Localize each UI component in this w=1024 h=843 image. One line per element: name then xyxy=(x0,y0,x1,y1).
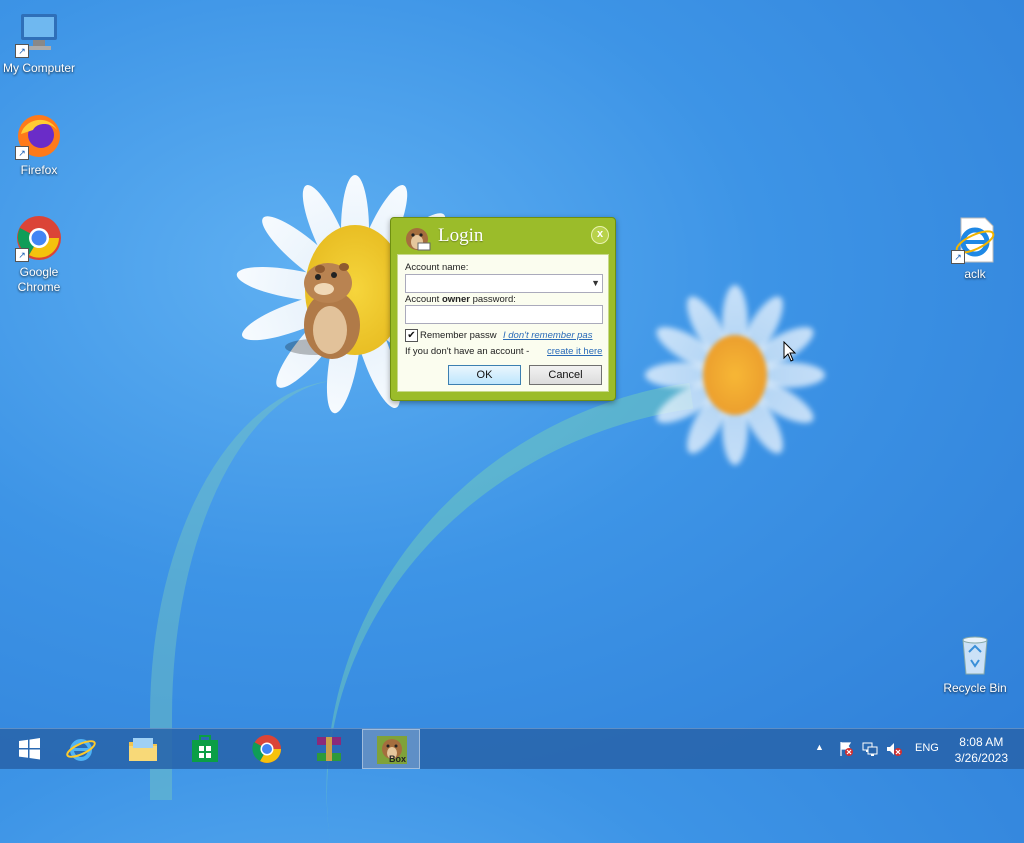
desktop-icon-label: aclk xyxy=(964,267,986,281)
account-name-label: Account name: xyxy=(405,262,469,273)
volume-muted-icon[interactable] xyxy=(886,741,902,757)
shortcut-arrow-icon: ↗ xyxy=(15,248,29,262)
start-button[interactable] xyxy=(0,729,58,769)
desktop-icon-label: Google Chrome xyxy=(17,265,61,294)
login-dialog: Login x Account name: ▼ Account owner pa… xyxy=(390,217,616,401)
hamster-mascot xyxy=(285,263,360,359)
owner-password-label: Account owner password: xyxy=(405,294,516,305)
recycle-bin-icon xyxy=(951,630,999,678)
action-center-flag-icon[interactable] xyxy=(838,741,854,757)
owner-password-label-prefix: Account xyxy=(405,294,442,305)
owner-password-label-suffix: password: xyxy=(469,294,516,305)
clock[interactable]: 8:08 AM 3/26/2023 xyxy=(955,734,1008,766)
desktop-icon-firefox[interactable]: ↗ Firefox xyxy=(0,112,79,178)
no-account-text: If you don't have an account - xyxy=(405,346,530,357)
clock-time: 8:08 AM xyxy=(959,735,1004,749)
shortcut-arrow-icon: ↗ xyxy=(951,250,965,264)
network-icon[interactable] xyxy=(862,741,878,757)
create-account-link[interactable]: create it here xyxy=(547,346,603,357)
owner-password-field[interactable] xyxy=(405,305,603,324)
desktop-icon-label: My Computer xyxy=(2,61,76,75)
dialog-title: Login xyxy=(438,225,484,246)
computer-icon: ↗ xyxy=(15,10,63,58)
desktop-icon-my-computer[interactable]: ↗ My Computer xyxy=(0,10,79,76)
login-form: Account name: ▼ Account owner password: … xyxy=(397,254,609,392)
store-icon xyxy=(192,735,218,762)
desktop-icon-google-chrome[interactable]: ↗ Google Chrome xyxy=(0,214,79,295)
desktop-icon-label: Recycle Bin xyxy=(943,681,1007,695)
winrar-icon xyxy=(317,737,341,761)
shortcut-arrow-icon: ↗ xyxy=(15,146,29,160)
chevron-down-icon[interactable]: ▼ xyxy=(591,278,600,288)
desktop-icon-label: Firefox xyxy=(20,163,58,177)
shortcut-arrow-icon: ↗ xyxy=(15,44,29,58)
windows-logo-icon xyxy=(19,738,40,760)
cancel-button[interactable]: Cancel xyxy=(529,365,602,385)
taskbar-store[interactable] xyxy=(176,729,234,769)
chrome-icon xyxy=(252,735,281,763)
taskbar-file-explorer[interactable] xyxy=(114,729,172,769)
desktop-icon-recycle-bin[interactable]: Recycle Bin xyxy=(935,630,1015,696)
internet-explorer-file-icon: ↗ xyxy=(951,216,999,264)
remember-password-checkbox[interactable]: ✔ xyxy=(405,329,418,342)
chrome-icon: ↗ xyxy=(15,214,63,262)
mouse-cursor-icon xyxy=(783,341,797,362)
remember-password-label: Remember passw xyxy=(420,330,497,341)
close-button[interactable]: x xyxy=(591,226,609,244)
internet-explorer-icon xyxy=(66,739,96,761)
taskbar-winrar[interactable] xyxy=(300,729,358,769)
taskbar-internet-explorer[interactable] xyxy=(52,729,110,769)
clock-date: 3/26/2023 xyxy=(954,751,1008,765)
taskbar-hamster-box-app[interactable]: Box xyxy=(362,729,420,769)
taskbar: Box ▲ ENG 8:08 AM 3/26/2023 xyxy=(0,728,1024,769)
hamster-app-icon xyxy=(406,228,431,251)
taskbar-google-chrome[interactable] xyxy=(238,729,296,769)
language-indicator[interactable]: ENG xyxy=(915,742,939,754)
owner-password-label-bold: owner xyxy=(441,294,470,305)
ok-button[interactable]: OK xyxy=(448,365,521,385)
firefox-icon: ↗ xyxy=(15,112,63,160)
folder-icon xyxy=(129,738,157,761)
chevron-up-icon: ▲ xyxy=(815,742,824,752)
account-name-combobox[interactable]: ▼ xyxy=(405,274,603,293)
desktop-icon-aclk[interactable]: ↗ aclk xyxy=(935,216,1015,282)
forgot-password-link[interactable]: I don't remember pas xyxy=(503,330,603,341)
box-label: Box xyxy=(389,754,407,764)
